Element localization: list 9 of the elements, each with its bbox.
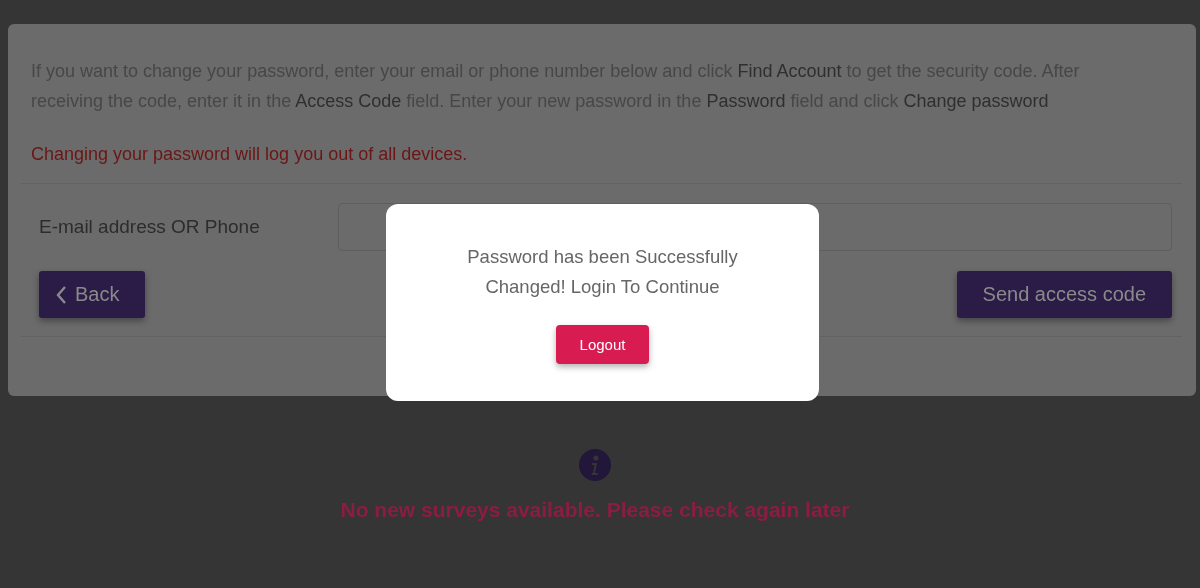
warning-text: Changing your password will log you out of all devices. <box>31 144 469 165</box>
field-label: E-mail address OR Phone <box>38 216 261 238</box>
back-button[interactable]: Back <box>39 271 146 318</box>
send-code-button[interactable]: Send access code <box>956 271 1172 318</box>
logout-button[interactable]: Logout <box>555 325 650 364</box>
dialog-message: Password has been Successfully Changed! Login To Continue <box>466 245 739 299</box>
info-icon <box>579 449 611 481</box>
chevron-left-icon <box>55 284 67 305</box>
empty-message: No new surveys available. Please check again later <box>340 498 850 522</box>
